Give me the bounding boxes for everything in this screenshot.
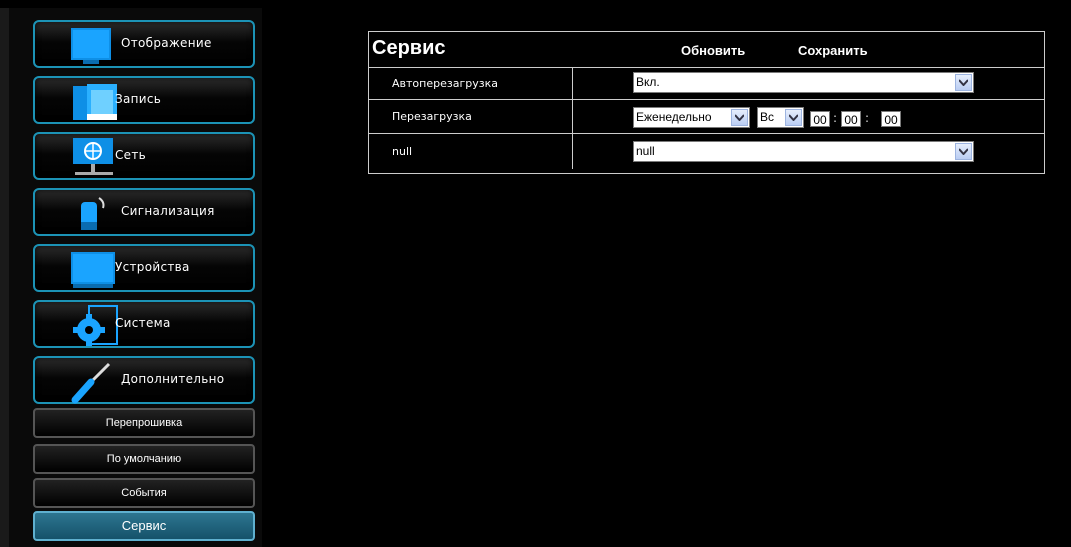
chevron-down-icon [955, 74, 972, 91]
menu-item-display[interactable]: Отображение [33, 20, 255, 68]
select-value: Вс [760, 110, 775, 124]
time-separator: : [865, 111, 870, 125]
network-globe-icon [73, 138, 113, 175]
menu-item-system[interactable]: Система [33, 300, 255, 348]
chevron-down-icon [731, 109, 748, 126]
null-select[interactable]: null [633, 141, 974, 162]
sidebar: Отображение Запись Сеть Сигнализация Уст… [0, 8, 262, 547]
select-value: Вкл. [636, 75, 660, 89]
menu-item-label: Дополнительно [121, 372, 225, 386]
menu-item-alarm[interactable]: Сигнализация [33, 188, 255, 236]
refresh-button[interactable]: Обновить [681, 43, 745, 58]
select-value: null [636, 144, 655, 158]
alarm-siren-icon [81, 197, 105, 230]
menu-item-label: Система [115, 316, 171, 330]
row-label: null [369, 134, 573, 169]
menu-item-label: Сигнализация [121, 204, 215, 218]
chevron-down-icon [785, 109, 802, 126]
table-row: Перезагрузка Еженедельно Вс 00 : 00 : 00 [369, 99, 1044, 133]
auto-reboot-select[interactable]: Вкл. [633, 72, 974, 93]
monitor-icon [71, 28, 111, 64]
service-panel: Сервис Обновить Сохранить Автоперезагруз… [368, 31, 1045, 174]
gear-icon [73, 305, 118, 346]
page-title: Сервис [372, 37, 446, 59]
device-monitor-icon [71, 252, 115, 288]
submenu-item-events[interactable]: События [33, 478, 255, 508]
screwdriver-icon [71, 362, 111, 404]
sidebar-edge [0, 8, 9, 547]
table-row: Автоперезагрузка Вкл. [369, 67, 1044, 99]
row-label: Автоперезагрузка [369, 68, 573, 99]
menu-item-advanced[interactable]: Дополнительно [33, 356, 255, 404]
reboot-minute-field[interactable]: 00 [841, 111, 861, 127]
chevron-down-icon [955, 143, 972, 160]
select-value: Еженедельно [636, 110, 712, 124]
submenu-item-firmware[interactable]: Перепрошивка [33, 408, 255, 438]
menu-item-record[interactable]: Запись [33, 76, 255, 124]
menu-item-label: Сеть [115, 148, 147, 162]
table-row: null null [369, 133, 1044, 174]
reboot-day-select[interactable]: Вс [757, 107, 804, 128]
menu-item-label: Устройства [115, 260, 190, 274]
submenu-item-defaults[interactable]: По умолчанию [33, 444, 255, 474]
menu-item-network[interactable]: Сеть [33, 132, 255, 180]
menu-item-devices[interactable]: Устройства [33, 244, 255, 292]
save-button[interactable]: Сохранить [798, 43, 868, 58]
menu-item-label: Отображение [121, 36, 212, 50]
row-label: Перезагрузка [369, 100, 573, 133]
menu-item-label: Запись [115, 92, 162, 106]
film-recording-icon [73, 84, 117, 120]
submenu-item-service[interactable]: Сервис [33, 511, 255, 541]
reboot-hour-field[interactable]: 00 [810, 111, 830, 127]
time-separator: : [833, 111, 838, 125]
reboot-second-field[interactable]: 00 [881, 111, 901, 127]
reboot-period-select[interactable]: Еженедельно [633, 107, 750, 128]
